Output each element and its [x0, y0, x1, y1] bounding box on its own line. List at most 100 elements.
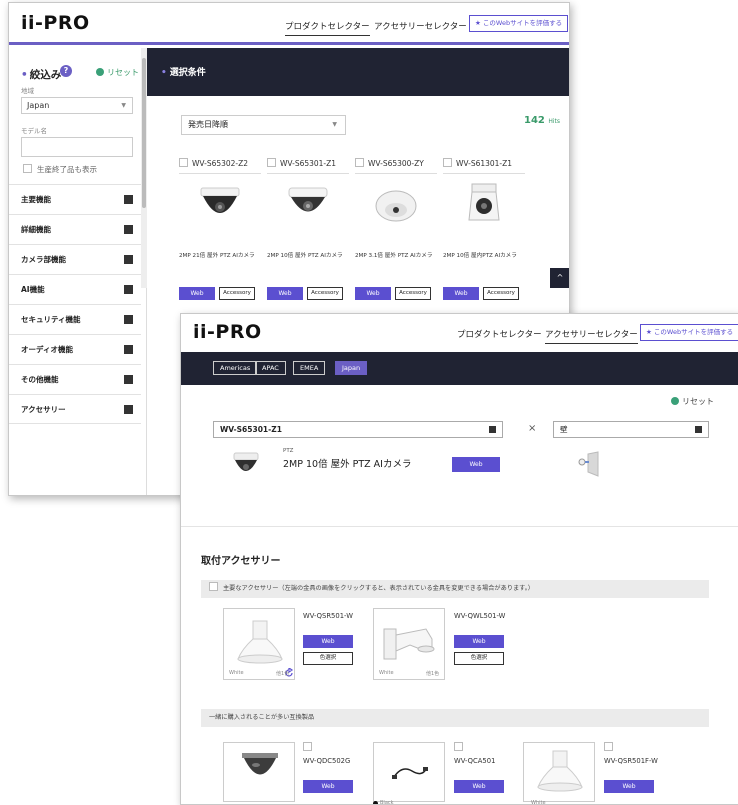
region-value: Japan: [27, 101, 50, 110]
dome-camera-image[interactable]: [371, 180, 421, 230]
pendant-mount-image: [537, 750, 583, 792]
sort-value: 発売日降順: [188, 120, 228, 129]
accessory-button[interactable]: Accessory: [219, 287, 255, 300]
web-button[interactable]: Web: [454, 780, 504, 793]
product-model: WV-S65302-Z2: [192, 159, 249, 168]
wall-bracket-image: [383, 628, 435, 660]
product-checkbox[interactable]: WV-S65301-Z1: [267, 158, 349, 174]
facet-label: 主要機能: [21, 195, 51, 204]
accessory-button[interactable]: Accessory: [307, 287, 343, 300]
expand-icon: [124, 255, 133, 264]
compat-checkbox[interactable]: [303, 742, 312, 751]
color-label: White: [379, 670, 394, 676]
accessory-button[interactable]: Accessory: [483, 287, 519, 300]
product-desc: 2MP 3.1倍 屋外 PTZ AIカメラ: [355, 253, 433, 259]
model-input[interactable]: [21, 137, 133, 157]
region-tab-apac[interactable]: APAC: [255, 361, 286, 375]
product-model: WV-S61301-Z1: [456, 159, 513, 168]
web-button[interactable]: Web: [454, 635, 504, 648]
accessory-button[interactable]: Accessory: [395, 287, 431, 300]
logo: ii-PRO: [21, 12, 90, 34]
rate-site-button[interactable]: ★ このWebサイトを評価する: [640, 324, 738, 341]
header: ii-PRO プロダクトセレクター アクセサリーセレクター ★ このWebサイト…: [9, 3, 569, 45]
facet-security-features[interactable]: セキュリティ機能: [9, 304, 141, 334]
expand-icon: [124, 315, 133, 324]
compat-checkbox[interactable]: [454, 742, 463, 751]
web-button[interactable]: Web: [443, 287, 479, 300]
web-button[interactable]: Web: [355, 287, 391, 300]
back-to-top-button[interactable]: ^: [550, 268, 569, 288]
region-tab-emea[interactable]: EMEA: [293, 361, 326, 375]
discontinued-checkbox[interactable]: 生産終了品も表示: [23, 164, 97, 175]
region-tab-japan[interactable]: Japan: [335, 361, 368, 375]
web-button[interactable]: Web: [604, 780, 654, 793]
reset-button[interactable]: リセット: [671, 396, 714, 407]
product-model: WV-S65300-ZY: [368, 159, 424, 168]
facet-camera-features[interactable]: カメラ部機能: [9, 244, 141, 274]
compat-model: WV-QDC502G: [303, 757, 351, 765]
web-button[interactable]: Web: [179, 287, 215, 300]
main-accessory-bar[interactable]: 主要なアクセサリー（左端の金具の画像をクリックすると、表示されている金具を変更で…: [201, 580, 709, 598]
expand-icon: [489, 426, 496, 433]
nav-product-selector[interactable]: プロダクトセレクター: [285, 20, 370, 36]
conditions-title: 選択条件: [161, 65, 206, 78]
web-button[interactable]: Web: [267, 287, 303, 300]
facet-other-features[interactable]: その他機能: [9, 364, 141, 394]
sidebar-scroll-thumb[interactable]: [142, 58, 146, 208]
reset-button[interactable]: リセット: [96, 67, 139, 78]
facet-ai-features[interactable]: AI機能: [9, 274, 141, 304]
filter-title: 絞込み: [21, 67, 62, 82]
expand-icon: [124, 405, 133, 414]
compat-model: WV-QSR501F-W: [604, 757, 658, 765]
ptz-camera-image[interactable]: [459, 180, 509, 230]
web-button[interactable]: Web: [303, 635, 353, 648]
chevron-down-icon: ▼: [121, 102, 126, 109]
more-colors: 他1色: [276, 671, 290, 677]
hit-unit: Hits: [548, 118, 561, 125]
expand-icon: [124, 285, 133, 294]
color-select-button[interactable]: 色選択: [454, 652, 504, 665]
compat-bar: 一緒に購入されることが多い互換製品: [201, 709, 709, 727]
product-tag: PTZ: [283, 448, 294, 454]
wall-mount-icon: [578, 451, 599, 477]
compat-checkbox[interactable]: [604, 742, 613, 751]
facet-detail-features[interactable]: 詳細機能: [9, 214, 141, 244]
compat-card[interactable]: [523, 742, 595, 802]
section-title: 取付アクセサリー: [201, 556, 281, 567]
nav-accessory-selector[interactable]: アクセサリーセレクター: [374, 20, 467, 32]
checkbox-icon: [267, 158, 276, 167]
region-tab-americas[interactable]: Americas: [213, 361, 258, 375]
help-icon[interactable]: ?: [60, 65, 72, 77]
sort-select[interactable]: 発売日降順 ▼: [181, 115, 346, 135]
dome-camera-image[interactable]: [195, 180, 245, 230]
product-checkbox[interactable]: WV-S61301-Z1: [443, 158, 525, 174]
color-select-button[interactable]: 色選択: [303, 652, 353, 665]
product-checkbox[interactable]: WV-S65302-Z2: [179, 158, 261, 174]
expand-icon: [124, 375, 133, 384]
facet-accessories[interactable]: アクセサリー: [9, 394, 141, 424]
web-button[interactable]: Web: [452, 457, 500, 472]
discontinued-label: 生産終了品も表示: [37, 165, 97, 174]
conditions-band: [147, 48, 569, 96]
nav-product-selector[interactable]: プロダクトセレクター: [457, 328, 542, 340]
compat-card[interactable]: [373, 742, 445, 802]
compat-card[interactable]: [223, 742, 295, 802]
selected-camera-image: [233, 452, 259, 471]
web-button[interactable]: Web: [303, 780, 353, 793]
product-desc: 2MP 10倍 屋内PTZ AIカメラ: [443, 253, 517, 259]
accessory-selector-window: ii-PRO プロダクトセレクター アクセサリーセレクター ★ このWebサイト…: [180, 313, 738, 805]
mount-box[interactable]: 壁: [553, 421, 709, 438]
facet-audio-features[interactable]: オーディオ機能: [9, 334, 141, 364]
product-checkbox[interactable]: WV-S65300-ZY: [355, 158, 437, 174]
facet-main-features[interactable]: 主要機能: [9, 184, 141, 214]
region-select[interactable]: Japan ▼: [21, 97, 133, 114]
model-label: モデル名: [21, 127, 47, 135]
facet-label: オーディオ機能: [21, 345, 73, 354]
rate-site-button[interactable]: ★ このWebサイトを評価する: [469, 15, 569, 32]
product-box[interactable]: WV-S65301-Z1: [213, 421, 503, 438]
accessory-model: WV-QWL501-W: [454, 612, 506, 620]
dome-camera-image[interactable]: [283, 180, 333, 230]
reset-label: リセット: [107, 68, 139, 77]
facet-label: その他機能: [21, 375, 59, 384]
nav-accessory-selector[interactable]: アクセサリーセレクター: [545, 328, 638, 344]
